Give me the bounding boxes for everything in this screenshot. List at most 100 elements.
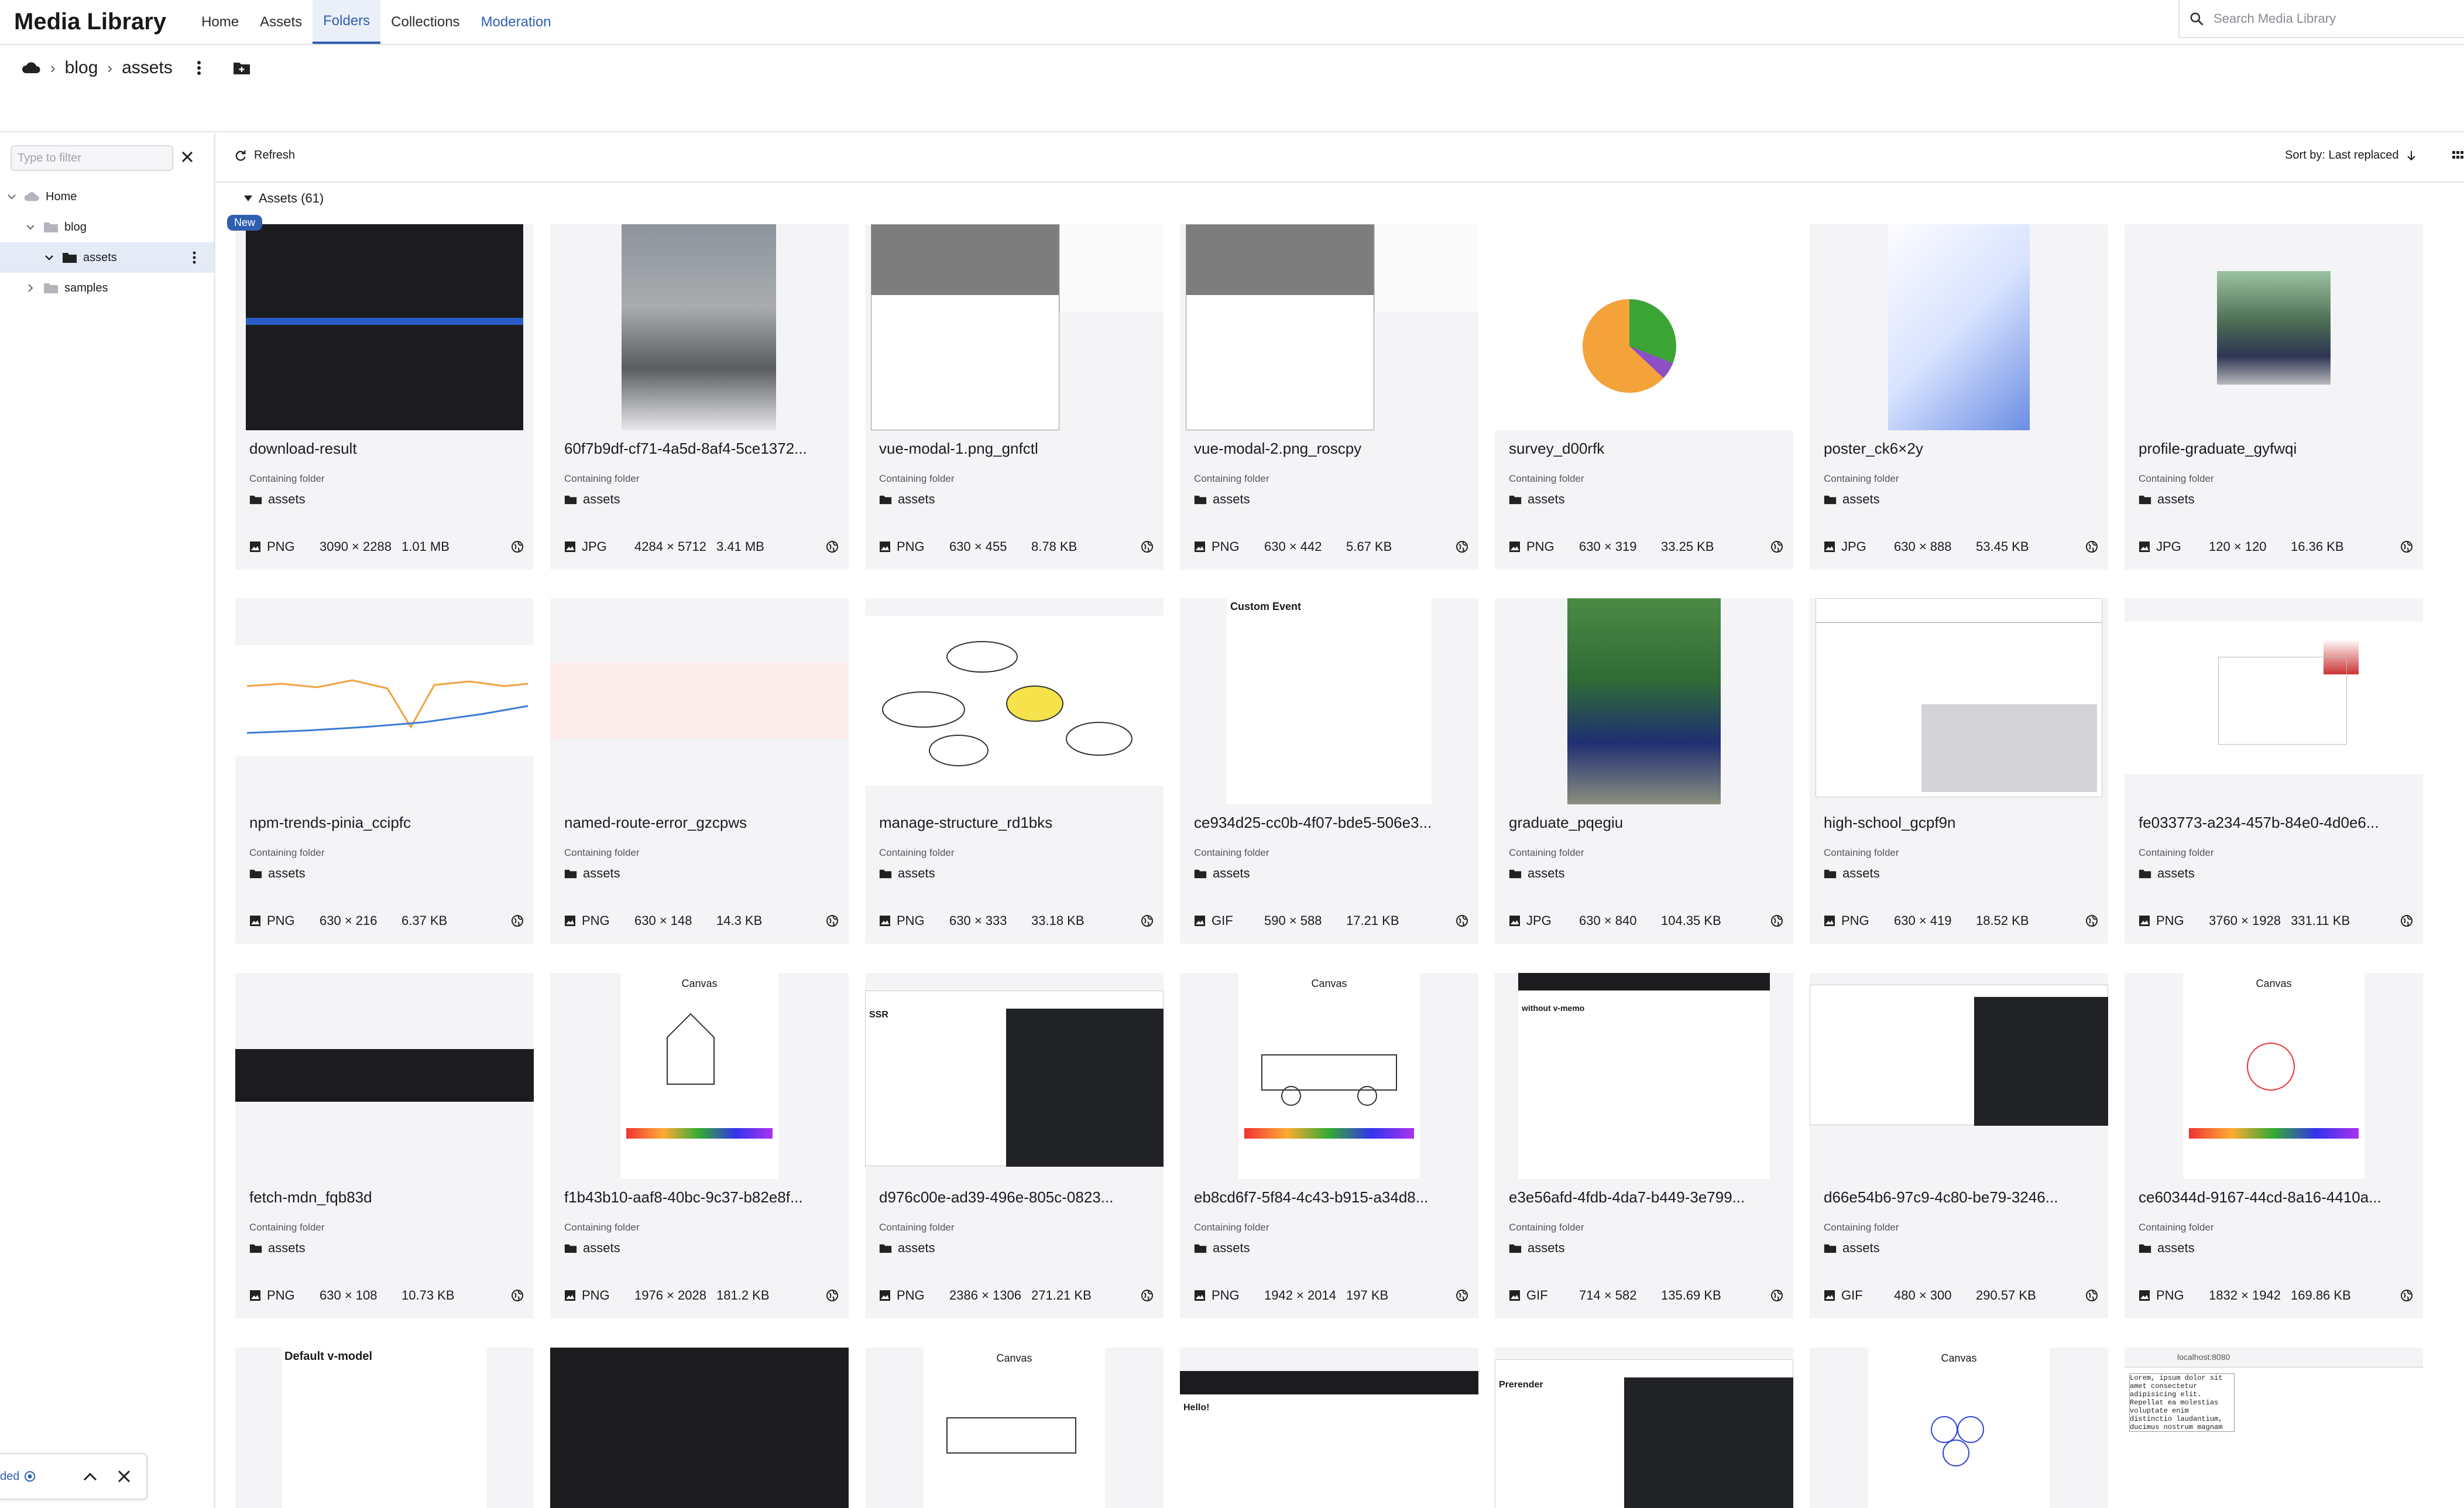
globe-icon[interactable] — [1140, 1288, 1154, 1303]
asset-thumbnail[interactable]: Canvas — [1810, 1348, 2108, 1508]
globe-icon[interactable] — [2085, 1288, 2099, 1303]
asset-thumbnail[interactable]: Canvas — [865, 1348, 1164, 1508]
asset-thumbnail[interactable]: Hello! — [1180, 1348, 1478, 1508]
globe-icon[interactable] — [1140, 914, 1154, 928]
asset-thumbnail[interactable] — [235, 973, 534, 1179]
asset-name[interactable]: profile-graduate_gyfwqi — [2139, 440, 2414, 458]
filter-input[interactable] — [11, 145, 173, 171]
asset-card[interactable]: without v-memo e3e56afd-4fdb-4da7-b449-3… — [1495, 973, 1793, 1318]
containing-folder[interactable]: assets — [1824, 492, 1880, 507]
asset-thumbnail[interactable] — [865, 598, 1164, 804]
globe-icon[interactable] — [825, 540, 839, 554]
asset-card[interactable]: survey_d00rfk Containing folder assets P… — [1495, 224, 1793, 570]
globe-icon[interactable] — [825, 914, 839, 928]
asset-card[interactable]: Custom Event ce934d25-cc0b-4f07-bde5-506… — [1180, 598, 1478, 944]
asset-card[interactable]: graduate_pqegiu Containing folder assets… — [1495, 598, 1793, 944]
containing-folder[interactable]: assets — [2139, 492, 2195, 507]
asset-card[interactable]: 60f7b9df-cf71-4a5d-8af4-5ce1372... Conta… — [550, 224, 849, 570]
asset-card[interactable]: named-route-error_gzcpws Containing fold… — [550, 598, 849, 944]
globe-icon[interactable] — [1455, 914, 1469, 928]
containing-folder[interactable]: assets — [879, 866, 935, 881]
asset-name[interactable]: 60f7b9df-cf71-4a5d-8af4-5ce1372... — [564, 440, 839, 458]
tree-item-samples[interactable]: samples — [0, 273, 214, 303]
nav-home[interactable]: Home — [191, 0, 249, 44]
asset-thumbnail[interactable] — [235, 598, 534, 804]
globe-icon[interactable] — [510, 914, 524, 928]
containing-folder[interactable]: assets — [879, 492, 935, 507]
asset-thumbnail[interactable] — [865, 224, 1164, 430]
asset-thumbnail[interactable]: without v-memo — [1495, 973, 1793, 1179]
asset-thumbnail[interactable] — [235, 224, 534, 430]
asset-card[interactable]: Canvas eb8cd6f7-5f84-4c43-b915-a34d8... … — [1180, 973, 1478, 1318]
more-vertical-icon[interactable] — [192, 251, 197, 265]
containing-folder[interactable]: assets — [1194, 492, 1250, 507]
asset-name[interactable]: f1b43b10-aaf8-40bc-9c37-b82e8f... — [564, 1188, 839, 1207]
chevron-right-icon[interactable] — [23, 283, 37, 293]
refresh-button[interactable]: Refresh — [234, 149, 295, 162]
globe-icon[interactable] — [2085, 540, 2099, 554]
asset-name[interactable]: download-result — [249, 440, 524, 458]
globe-icon[interactable] — [2085, 914, 2099, 928]
asset-card[interactable]: localhost:8080 Lorem, ipsum dolor sit ame… — [2125, 1348, 2423, 1508]
asset-name[interactable]: npm-trends-pinia_ccipfc — [249, 814, 524, 832]
asset-card[interactable]: npm-trends-pinia_ccipfc Containing folde… — [235, 598, 534, 944]
containing-folder[interactable]: assets — [564, 866, 620, 881]
globe-icon[interactable] — [1770, 914, 1784, 928]
asset-name[interactable]: manage-structure_rd1bks — [879, 814, 1154, 832]
chevron-down-icon[interactable] — [5, 191, 19, 202]
tree-item-assets[interactable]: assets — [0, 242, 214, 273]
asset-card[interactable]: Default v-model — [235, 1348, 534, 1508]
asset-card[interactable]: Prerender — [1495, 1348, 1793, 1508]
search-input[interactable] — [2214, 11, 2448, 26]
asset-card[interactable]: download-result Containing folder assets… — [227, 215, 534, 570]
containing-folder[interactable]: assets — [1509, 1240, 1565, 1256]
asset-card[interactable]: vue-modal-1.png_gnfctl Containing folder… — [865, 224, 1164, 570]
breadcrumb-blog[interactable]: blog — [65, 58, 98, 78]
asset-thumbnail[interactable] — [550, 224, 849, 430]
asset-name[interactable]: eb8cd6f7-5f84-4c43-b915-a34d8... — [1194, 1188, 1469, 1207]
nav-collections[interactable]: Collections — [380, 0, 470, 44]
asset-thumbnail[interactable] — [1810, 598, 2108, 804]
globe-icon[interactable] — [1140, 540, 1154, 554]
asset-card[interactable]: manage-structure_rd1bks Containing folde… — [865, 598, 1164, 944]
containing-folder[interactable]: assets — [879, 1240, 935, 1256]
containing-folder[interactable]: assets — [1509, 866, 1565, 881]
globe-icon[interactable] — [825, 1288, 839, 1303]
globe-icon[interactable] — [1455, 1288, 1469, 1303]
asset-thumbnail[interactable] — [550, 598, 849, 804]
chevron-down-icon[interactable] — [42, 252, 56, 263]
asset-card[interactable]: high-school_gcpf9n Containing folder ass… — [1810, 598, 2108, 944]
asset-card[interactable]: Canvas ce60344d-9167-44cd-8a16-4410a... … — [2125, 973, 2423, 1318]
containing-folder[interactable]: assets — [1194, 1240, 1250, 1256]
asset-thumbnail[interactable]: Canvas — [1180, 973, 1478, 1179]
tree-item-blog[interactable]: blog — [0, 212, 214, 242]
containing-folder[interactable]: assets — [1824, 1240, 1880, 1256]
asset-name[interactable]: d66e54b6-97c9-4c80-be79-3246... — [1824, 1188, 2099, 1207]
asset-thumbnail[interactable]: Canvas — [2125, 973, 2423, 1179]
asset-card[interactable] — [550, 1348, 849, 1508]
asset-name[interactable]: graduate_pqegiu — [1509, 814, 1784, 832]
asset-thumbnail[interactable]: localhost:8080 Lorem, ipsum dolor sit ame… — [2125, 1348, 2423, 1508]
asset-name[interactable]: high-school_gcpf9n — [1824, 814, 2099, 832]
asset-thumbnail[interactable]: SSR — [865, 973, 1164, 1179]
globe-icon[interactable] — [2400, 914, 2414, 928]
asset-card[interactable]: poster_ck6×2y Containing folder assets J… — [1810, 224, 2108, 570]
globe-icon[interactable] — [1770, 540, 1784, 554]
grid-view-icon[interactable] — [2452, 150, 2464, 162]
asset-name[interactable]: ce60344d-9167-44cd-8a16-4410a... — [2139, 1188, 2414, 1207]
asset-card[interactable]: Canvas f1b43b10-aaf8-40bc-9c37-b82e8f...… — [550, 973, 849, 1318]
asset-card[interactable]: Canvas — [865, 1348, 1164, 1508]
globe-icon[interactable] — [1770, 1288, 1784, 1303]
globe-icon[interactable] — [510, 1288, 524, 1303]
containing-folder[interactable]: assets — [564, 1240, 620, 1256]
asset-name[interactable]: e3e56afd-4fdb-4da7-b449-3e799... — [1509, 1188, 1784, 1207]
asset-thumbnail[interactable] — [550, 1348, 849, 1508]
cloud-icon[interactable] — [21, 61, 41, 75]
asset-name[interactable]: survey_d00rfk — [1509, 440, 1784, 458]
asset-thumbnail[interactable]: Canvas — [550, 973, 849, 1179]
asset-card[interactable]: profile-graduate_gyfwqi Containing folde… — [2125, 224, 2423, 570]
asset-thumbnail[interactable] — [1180, 224, 1478, 430]
asset-thumbnail[interactable] — [1810, 224, 2108, 430]
containing-folder[interactable]: assets — [2139, 1240, 2195, 1256]
globe-icon[interactable] — [510, 540, 524, 554]
